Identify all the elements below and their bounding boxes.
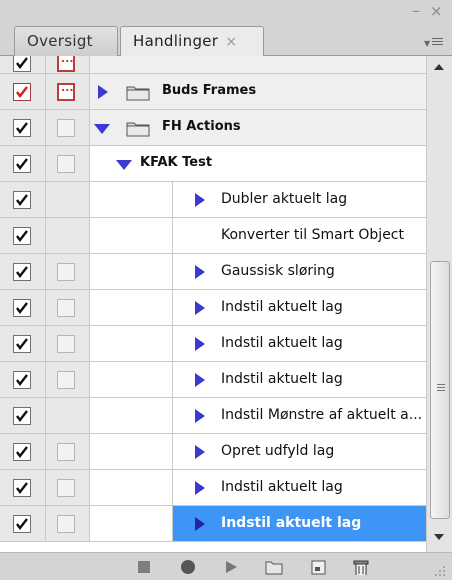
list-item-step[interactable]: Indstil Mønstre af aktuelt a...: [0, 398, 426, 434]
list-item-step[interactable]: Konverter til Smart Object: [0, 218, 426, 254]
vertical-scrollbar[interactable]: [426, 56, 452, 552]
step-label: Indstil aktuelt lag: [221, 515, 362, 531]
dialog-toggle-icon[interactable]: [57, 443, 75, 461]
list-item-step[interactable]: Indstil aktuelt lag: [0, 326, 426, 362]
expand-triangle-icon[interactable]: [195, 301, 205, 315]
folder-icon: [126, 86, 150, 101]
minimize-icon[interactable]: –: [412, 3, 420, 19]
collapse-triangle-icon[interactable]: [116, 160, 132, 170]
stop-icon[interactable]: [135, 559, 153, 575]
checkmark-icon[interactable]: [13, 227, 31, 245]
dialog-toggle-icon[interactable]: [57, 155, 75, 173]
panel-menu-icon[interactable]: ▼: [424, 36, 446, 52]
list-item-fh-actions[interactable]: FH Actions: [0, 110, 426, 146]
dialog-toggle-icon[interactable]: [57, 299, 75, 317]
expand-triangle-icon[interactable]: [195, 517, 205, 531]
step-label: Indstil aktuelt lag: [221, 371, 343, 387]
dialog-toggle-icon[interactable]: [57, 81, 75, 101]
checkmark-icon[interactable]: [13, 56, 31, 72]
dialog-toggle-icon[interactable]: [57, 335, 75, 353]
dialog-toggle-icon[interactable]: [57, 263, 75, 281]
step-label: Indstil aktuelt lag: [221, 335, 343, 351]
new-action-icon[interactable]: [310, 559, 328, 575]
close-panel-icon[interactable]: ×: [430, 3, 443, 19]
step-label: Konverter til Smart Object: [221, 227, 404, 243]
step-label: Indstil aktuelt lag: [221, 479, 343, 495]
tab-label: Oversigt: [27, 32, 93, 50]
list-item-step[interactable]: Gaussisk sløring: [0, 254, 426, 290]
list-item-step[interactable]: Indstil aktuelt lag: [0, 290, 426, 326]
checkmark-icon[interactable]: [13, 83, 31, 101]
expand-triangle-icon[interactable]: [195, 265, 205, 279]
checkmark-icon[interactable]: [13, 119, 31, 137]
list-item-step[interactable]: Dubler aktuelt lag: [0, 182, 426, 218]
checkmark-icon[interactable]: [13, 479, 31, 497]
checkmark-icon[interactable]: [13, 407, 31, 425]
list-item-step-selected[interactable]: Indstil aktuelt lag: [0, 506, 426, 542]
list-item-buds-frames[interactable]: Buds Frames: [0, 74, 426, 110]
list-item-step[interactable]: Opret udfyld lag: [0, 434, 426, 470]
checkmark-icon[interactable]: [13, 299, 31, 317]
step-label: Indstil aktuelt lag: [221, 299, 343, 315]
actions-list: Buds Frames FH Actions KFAK Test: [0, 56, 426, 552]
expand-triangle-icon[interactable]: [195, 481, 205, 495]
record-icon[interactable]: [179, 559, 197, 575]
action-label: KFAK Test: [140, 155, 213, 170]
dialog-toggle-icon[interactable]: [57, 56, 75, 72]
step-label: Dubler aktuelt lag: [221, 191, 348, 207]
play-icon[interactable]: [222, 559, 240, 575]
expand-triangle-icon[interactable]: [195, 193, 205, 207]
scroll-down-arrow-icon[interactable]: [434, 534, 444, 540]
checkmark-icon[interactable]: [13, 443, 31, 461]
expand-triangle-icon[interactable]: [195, 373, 205, 387]
expand-triangle-icon[interactable]: [195, 337, 205, 351]
checkmark-icon[interactable]: [13, 335, 31, 353]
tab-close-icon[interactable]: ×: [225, 34, 237, 50]
actions-toolbar: [0, 552, 452, 580]
checkmark-icon[interactable]: [13, 515, 31, 533]
collapse-triangle-icon[interactable]: [94, 124, 110, 134]
tab-bar: Oversigt Handlinger × ▼: [0, 22, 452, 57]
scrollbar-thumb[interactable]: [430, 261, 450, 519]
step-label: Opret udfyld lag: [221, 443, 335, 459]
dialog-toggle-icon[interactable]: [57, 515, 75, 533]
grip-icon: [437, 384, 445, 393]
checkmark-icon[interactable]: [13, 155, 31, 173]
dialog-toggle-icon[interactable]: [57, 119, 75, 137]
list-item[interactable]: [0, 56, 426, 74]
dialog-toggle-icon[interactable]: [57, 371, 75, 389]
expand-triangle-icon[interactable]: [195, 445, 205, 459]
list-item-step[interactable]: Indstil aktuelt lag: [0, 362, 426, 398]
trash-icon[interactable]: [352, 559, 370, 575]
tab-label: Handlinger: [133, 32, 219, 50]
step-label: Indstil Mønstre af aktuelt a...: [221, 407, 423, 423]
resize-grip-icon[interactable]: [434, 565, 446, 577]
actions-panel: – × Oversigt Handlinger × ▼ Bud: [0, 0, 452, 580]
checkmark-icon[interactable]: [13, 191, 31, 209]
folder-icon[interactable]: [265, 559, 283, 575]
tab-handlinger[interactable]: Handlinger ×: [120, 26, 264, 57]
tab-oversigt[interactable]: Oversigt: [14, 26, 118, 56]
step-label: Gaussisk sløring: [221, 263, 335, 279]
expand-triangle-icon[interactable]: [98, 85, 108, 99]
set-label: FH Actions: [162, 119, 241, 134]
list-item-kfak-test[interactable]: KFAK Test: [0, 146, 426, 182]
dialog-toggle-icon[interactable]: [57, 479, 75, 497]
folder-icon: [126, 122, 150, 137]
set-label: Buds Frames: [162, 83, 257, 98]
scroll-up-arrow-icon[interactable]: [434, 64, 444, 70]
checkmark-icon[interactable]: [13, 263, 31, 281]
checkmark-icon[interactable]: [13, 371, 31, 389]
list-item-step[interactable]: Indstil aktuelt lag: [0, 470, 426, 506]
expand-triangle-icon[interactable]: [195, 409, 205, 423]
